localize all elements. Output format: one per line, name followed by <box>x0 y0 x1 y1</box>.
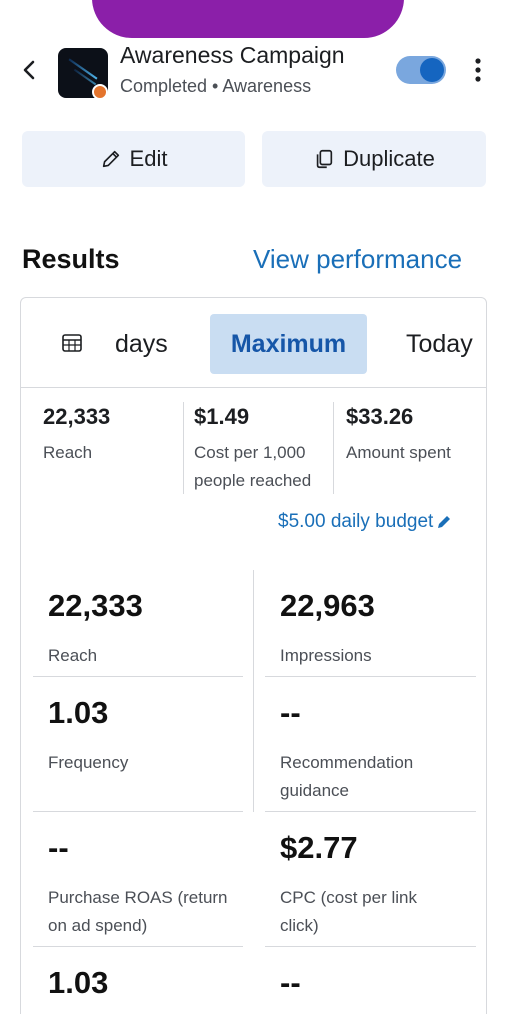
edit-button-label: Edit <box>129 146 168 171</box>
summary-divider <box>183 402 184 494</box>
range-option-days[interactable]: days <box>115 314 168 374</box>
duplicate-button-label: Duplicate <box>343 146 435 171</box>
metric-value: -- <box>280 965 301 1000</box>
pencil-icon <box>102 150 119 168</box>
metric-value: -- <box>48 830 69 865</box>
campaign-title: Awareness Campaign <box>120 42 345 68</box>
duplicate-button[interactable]: Duplicate <box>262 131 486 187</box>
view-performance-link[interactable]: View performance <box>253 244 462 275</box>
metric-label: CPC (cost per link click) <box>280 888 417 935</box>
metric-frequency: 1.03 Frequency <box>48 695 258 777</box>
calendar-icon[interactable] <box>61 332 83 354</box>
metric-value: 22,333 <box>48 588 143 623</box>
campaign-toggle[interactable] <box>396 56 446 84</box>
campaign-status: Completed <box>120 76 208 96</box>
range-option-maximum[interactable]: Maximum <box>210 314 367 374</box>
metric-impressions: 22,963 Impressions <box>280 588 490 670</box>
metric-cpc: $2.77 CPC (cost per link click) <box>280 830 440 940</box>
duplicate-icon <box>316 149 333 169</box>
campaign-header: Awareness Campaign Completed • Awareness <box>0 40 507 104</box>
back-arrow-icon[interactable] <box>18 58 42 82</box>
summary-label: Reach <box>43 443 93 462</box>
summary-label: Amount spent <box>346 443 451 462</box>
metric-row4-right: -- <box>280 965 490 1001</box>
daily-budget-label: $5.00 daily budget <box>278 511 434 532</box>
date-range-selector: days Maximum Today <box>21 298 486 388</box>
toggle-knob <box>420 58 444 82</box>
summary-value: 22,333 <box>43 404 111 429</box>
metric-divider <box>265 946 476 947</box>
metric-divider <box>265 676 476 677</box>
metric-row4-left: 1.03 <box>48 965 258 1001</box>
status-dot <box>92 84 108 100</box>
metric-value: -- <box>280 695 301 730</box>
summary-value: $1.49 <box>194 404 250 429</box>
metric-divider <box>33 811 243 812</box>
metric-value: 1.03 <box>48 965 109 1000</box>
metric-label: Recommendation guidance <box>280 753 414 800</box>
campaign-subtitle: Completed • Awareness <box>120 76 311 97</box>
metric-divider <box>265 811 476 812</box>
metric-value: 1.03 <box>48 695 109 730</box>
edit-button[interactable]: Edit <box>22 131 245 187</box>
more-options-icon[interactable] <box>466 56 490 84</box>
campaign-objective: Awareness <box>222 76 312 96</box>
subtitle-separator: • <box>207 76 223 96</box>
range-option-today[interactable]: Today <box>406 314 473 374</box>
summary-label: Cost per 1,000 people reached <box>194 443 312 490</box>
redaction-mark <box>92 0 404 38</box>
summary-cost-per-1000: $1.49 Cost per 1,000 people reached <box>194 404 324 495</box>
results-card: days Maximum Today 22,333 Reach $1.49 Co… <box>20 297 487 1014</box>
summary-value: $33.26 <box>346 404 414 429</box>
summary-divider <box>333 402 334 494</box>
results-heading: Results <box>22 244 120 274</box>
metric-reach: 22,333 Reach <box>48 588 258 670</box>
metric-label: Purchase ROAS (return on ad spend) <box>48 888 228 935</box>
edit-pencil-icon <box>438 516 451 528</box>
metric-purchase-roas: -- Purchase ROAS (return on ad spend) <box>48 830 233 940</box>
metric-recommendation-guidance: -- Recommendation guidance <box>280 695 455 805</box>
metric-label: Impressions <box>280 646 372 665</box>
metric-divider <box>33 946 243 947</box>
metric-label: Frequency <box>48 753 129 772</box>
summary-reach: 22,333 Reach <box>43 404 110 467</box>
daily-budget-link[interactable]: $5.00 daily budget <box>278 511 452 533</box>
metric-value: $2.77 <box>280 830 358 865</box>
metric-divider <box>33 676 243 677</box>
summary-amount-spent: $33.26 Amount spent <box>346 404 451 467</box>
metric-label: Reach <box>48 646 98 665</box>
metric-value: 22,963 <box>280 588 375 623</box>
